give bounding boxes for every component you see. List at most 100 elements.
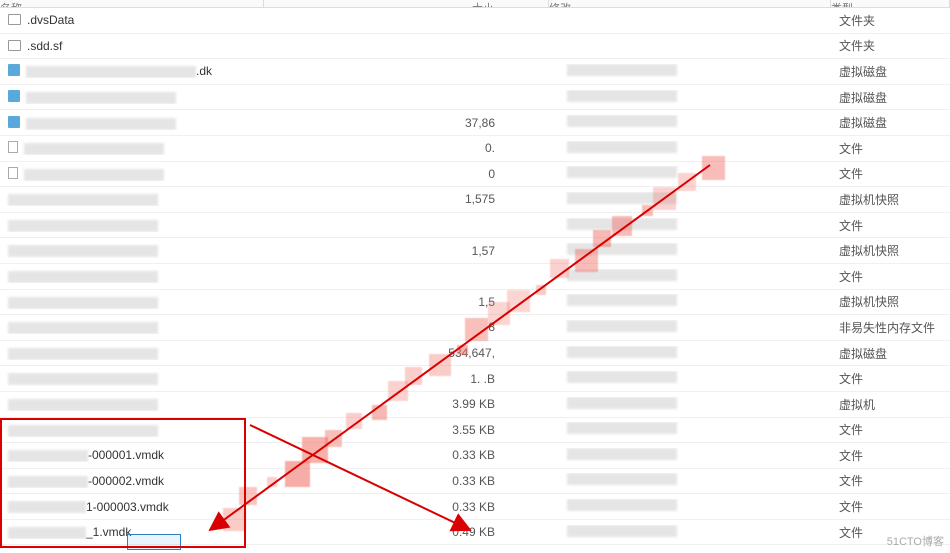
- cell-type: 文件: [831, 421, 950, 438]
- cell-name: [0, 295, 264, 309]
- table-row[interactable]: 文件: [0, 213, 950, 239]
- cell-size: 0.49 KB: [264, 525, 549, 539]
- cell-modified: [549, 473, 831, 488]
- cell-type: 虚拟机快照: [831, 242, 950, 259]
- vm-disk-icon: [8, 116, 20, 128]
- cell-modified: [549, 218, 831, 233]
- cell-size: 1,57: [264, 244, 549, 258]
- redacted-text: [8, 501, 86, 513]
- cell-modified: [549, 243, 831, 258]
- header-modified[interactable]: 修改: [549, 0, 831, 7]
- cell-modified: [549, 269, 831, 284]
- redacted-text: [26, 118, 176, 130]
- table-header: 名称 大小 修改 类型: [0, 0, 950, 8]
- table-row[interactable]: 37,86 虚拟磁盘: [0, 110, 950, 136]
- table-row[interactable]: 1,57 虚拟机快照: [0, 238, 950, 264]
- header-size[interactable]: 大小: [264, 0, 549, 7]
- table-row[interactable]: 0文件: [0, 162, 950, 188]
- cell-name: [0, 397, 264, 411]
- table-row[interactable]: 虚拟磁盘: [0, 85, 950, 111]
- table-row[interactable]: 1,575虚拟机快照: [0, 187, 950, 213]
- cell-name: [0, 269, 264, 283]
- redacted-text: [567, 64, 677, 76]
- redacted-text: [24, 143, 164, 155]
- table-row[interactable]: 534,647,虚拟磁盘: [0, 341, 950, 367]
- cell-name: [0, 244, 264, 258]
- redacted-text: [24, 169, 164, 181]
- vm-disk-icon: [8, 64, 20, 76]
- redacted-text: [8, 425, 158, 437]
- cell-name: [0, 167, 264, 181]
- table-row[interactable]: .sdd.sf文件夹: [0, 34, 950, 60]
- table-row[interactable]: 8非易失性内存文件: [0, 315, 950, 341]
- cell-type: 文件: [831, 370, 950, 387]
- table-row[interactable]: 1. .B 文件: [0, 366, 950, 392]
- cell-type: 文件: [831, 217, 950, 234]
- cell-modified: [549, 294, 831, 309]
- redacted-text: [8, 476, 88, 488]
- cell-name: [0, 218, 264, 232]
- table-row[interactable]: 1,5 虚拟机快照: [0, 290, 950, 316]
- redacted-text: [567, 294, 677, 306]
- table-row[interactable]: -000002.vmdk0.33 KB文件: [0, 469, 950, 495]
- redacted-text: [567, 90, 677, 102]
- cell-size: 0: [264, 167, 549, 181]
- cell-type: 文件: [831, 268, 950, 285]
- cell-modified: [549, 192, 831, 207]
- redacted-text: [8, 245, 158, 257]
- redacted-text: [567, 269, 677, 281]
- header-name[interactable]: 名称: [0, 0, 264, 7]
- cell-type: 虚拟机快照: [831, 191, 950, 208]
- cell-name: [0, 320, 264, 334]
- table-row[interactable]: 1-000003.vmdk0.33 KB文件: [0, 494, 950, 520]
- cell-type: 文件: [831, 140, 950, 157]
- cell-size: 1. .B: [264, 372, 549, 386]
- redacted-text: [567, 499, 677, 511]
- file-suffix: .dk: [196, 64, 212, 78]
- redacted-text: [26, 66, 196, 78]
- redacted-text: [567, 243, 677, 255]
- cell-type: 虚拟磁盘: [831, 63, 950, 80]
- file-name: -000001.vmdk: [88, 448, 164, 462]
- cell-type: 虚拟磁盘: [831, 345, 950, 362]
- redacted-text: [567, 397, 677, 409]
- cell-size: 37,86: [264, 116, 549, 130]
- cell-size: 3.99 KB: [264, 397, 549, 411]
- table-row[interactable]: .dvsData文件夹: [0, 8, 950, 34]
- folder-icon: [8, 14, 21, 25]
- table-row[interactable]: 文件: [0, 264, 950, 290]
- redacted-text: [8, 220, 158, 232]
- cell-name: [0, 346, 264, 360]
- cell-type: 虚拟磁盘: [831, 89, 950, 106]
- redacted-text: [567, 371, 677, 383]
- cell-type: 文件: [831, 498, 950, 515]
- redacted-text: [567, 115, 677, 127]
- redacted-text: [567, 422, 677, 434]
- file-icon: [8, 141, 18, 153]
- cell-type: 虚拟机快照: [831, 293, 950, 310]
- cell-modified: [549, 64, 831, 79]
- watermark: 51CTO博客: [887, 533, 944, 549]
- cell-type: 虚拟磁盘: [831, 114, 950, 131]
- header-type[interactable]: 类型: [831, 0, 950, 7]
- table-row[interactable]: -000001.vmdk0.33 KB文件: [0, 443, 950, 469]
- cell-name: 1-000003.vmdk: [0, 500, 264, 514]
- table-row[interactable]: _1.vmdk0.49 KB文件: [0, 520, 950, 546]
- table-row[interactable]: .dk 虚拟磁盘: [0, 59, 950, 85]
- redacted-text: [8, 322, 158, 334]
- cell-size: 1,5: [264, 295, 549, 309]
- cell-modified: [549, 422, 831, 437]
- cell-size: 0.: [264, 141, 549, 155]
- redacted-text: [8, 348, 158, 360]
- file-name: .sdd.sf: [27, 39, 62, 53]
- cell-name: .dvsData: [0, 13, 264, 27]
- table-row[interactable]: 0. 文件: [0, 136, 950, 162]
- cell-modified: [549, 166, 831, 181]
- table-row[interactable]: 3.55 KB文件: [0, 418, 950, 444]
- cell-modified: [549, 525, 831, 540]
- table-row[interactable]: 3.99 KB虚拟机: [0, 392, 950, 418]
- cell-type: 非易失性内存文件: [831, 319, 950, 336]
- cell-name: -000002.vmdk: [0, 474, 264, 488]
- cell-modified: [549, 371, 831, 386]
- file-name: _1.vmdk: [86, 525, 131, 539]
